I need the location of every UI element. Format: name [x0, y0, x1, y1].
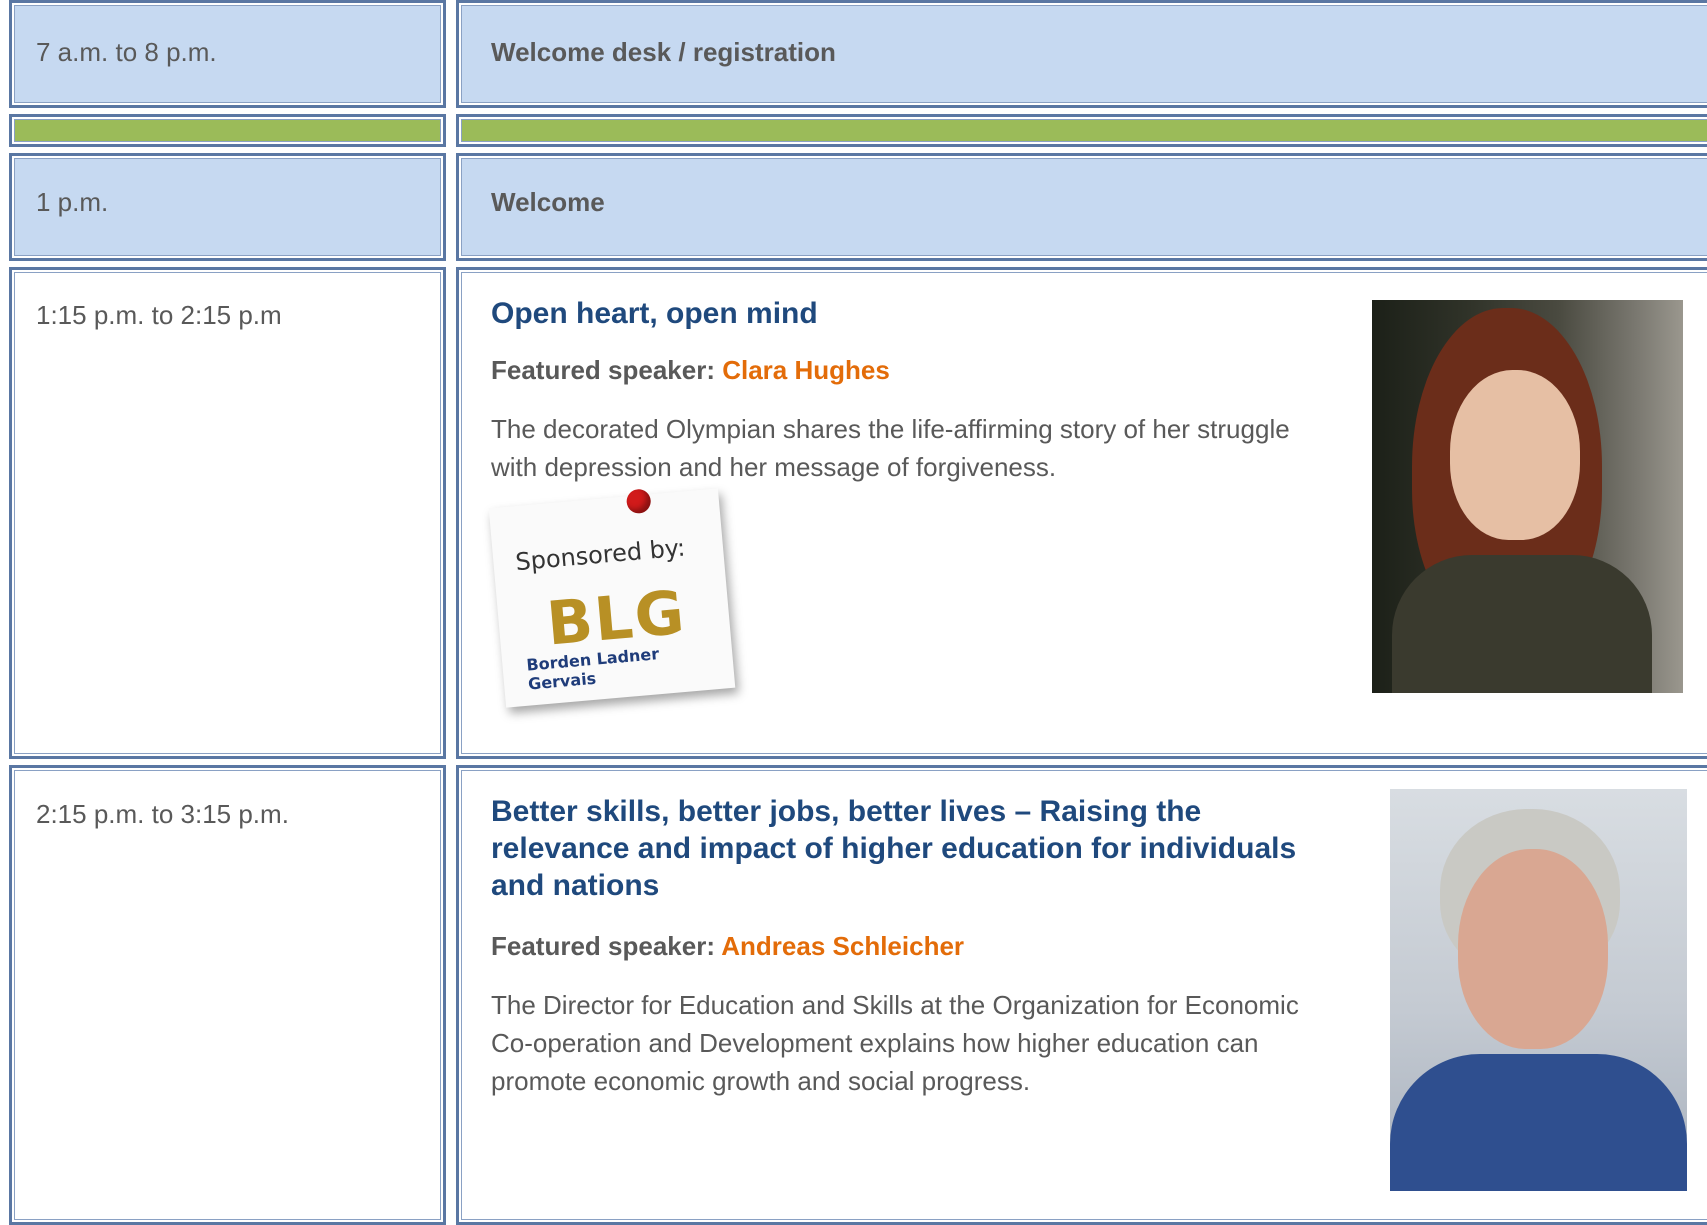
row1-label-cell: Welcome desk / registration [456, 0, 1707, 108]
session-description: The decorated Olympian shares the life-a… [491, 414, 1290, 482]
speaker-prefix: Featured speaker: [491, 355, 715, 385]
portrait-face [1450, 370, 1580, 540]
row2-time: 1 p.m. [36, 187, 109, 217]
session-title: Better skills, better jobs, better lives… [491, 795, 1297, 902]
pushpin-icon [625, 488, 652, 515]
row1-time-cell: 7 a.m. to 8 p.m. [9, 0, 446, 108]
row2-time-cell: 1 p.m. [9, 153, 446, 261]
portrait-shirt [1392, 555, 1652, 693]
speaker-photo-andreas-schleicher [1390, 789, 1687, 1191]
row3-time: 1:15 p.m. to 2:15 p.m [36, 300, 282, 330]
portrait-face [1458, 849, 1608, 1049]
row1-label: Welcome desk / registration [491, 37, 836, 67]
separator-left [9, 114, 446, 147]
row2-label-cell: Welcome [456, 153, 1707, 261]
speaker-prefix: Featured speaker: [491, 931, 715, 961]
row3-time-cell: 1:15 p.m. to 2:15 p.m [9, 267, 446, 759]
speaker-photo-clara-hughes [1372, 300, 1683, 693]
row4-time-cell: 2:15 p.m. to 3:15 p.m. [9, 765, 446, 1225]
row2-label: Welcome [491, 187, 605, 217]
sponsor-label: Sponsored by: [514, 533, 687, 577]
sponsor-note: Sponsored by: BLG Borden Ladner Gervais [488, 488, 736, 708]
row4-time: 2:15 p.m. to 3:15 p.m. [36, 799, 289, 829]
speaker-name: Clara Hughes [722, 355, 890, 385]
speaker-name: Andreas Schleicher [721, 931, 965, 961]
separator-right [456, 114, 1707, 147]
session-description: The Director for Education and Skills at… [491, 990, 1299, 1096]
featured-speaker: Featured speaker: Andreas Schleicher [491, 931, 964, 962]
portrait-shirt [1390, 1054, 1687, 1191]
featured-speaker: Featured speaker: Clara Hughes [491, 355, 890, 386]
row1-time: 7 a.m. to 8 p.m. [36, 37, 217, 67]
session-title: Open heart, open mind [491, 297, 818, 330]
